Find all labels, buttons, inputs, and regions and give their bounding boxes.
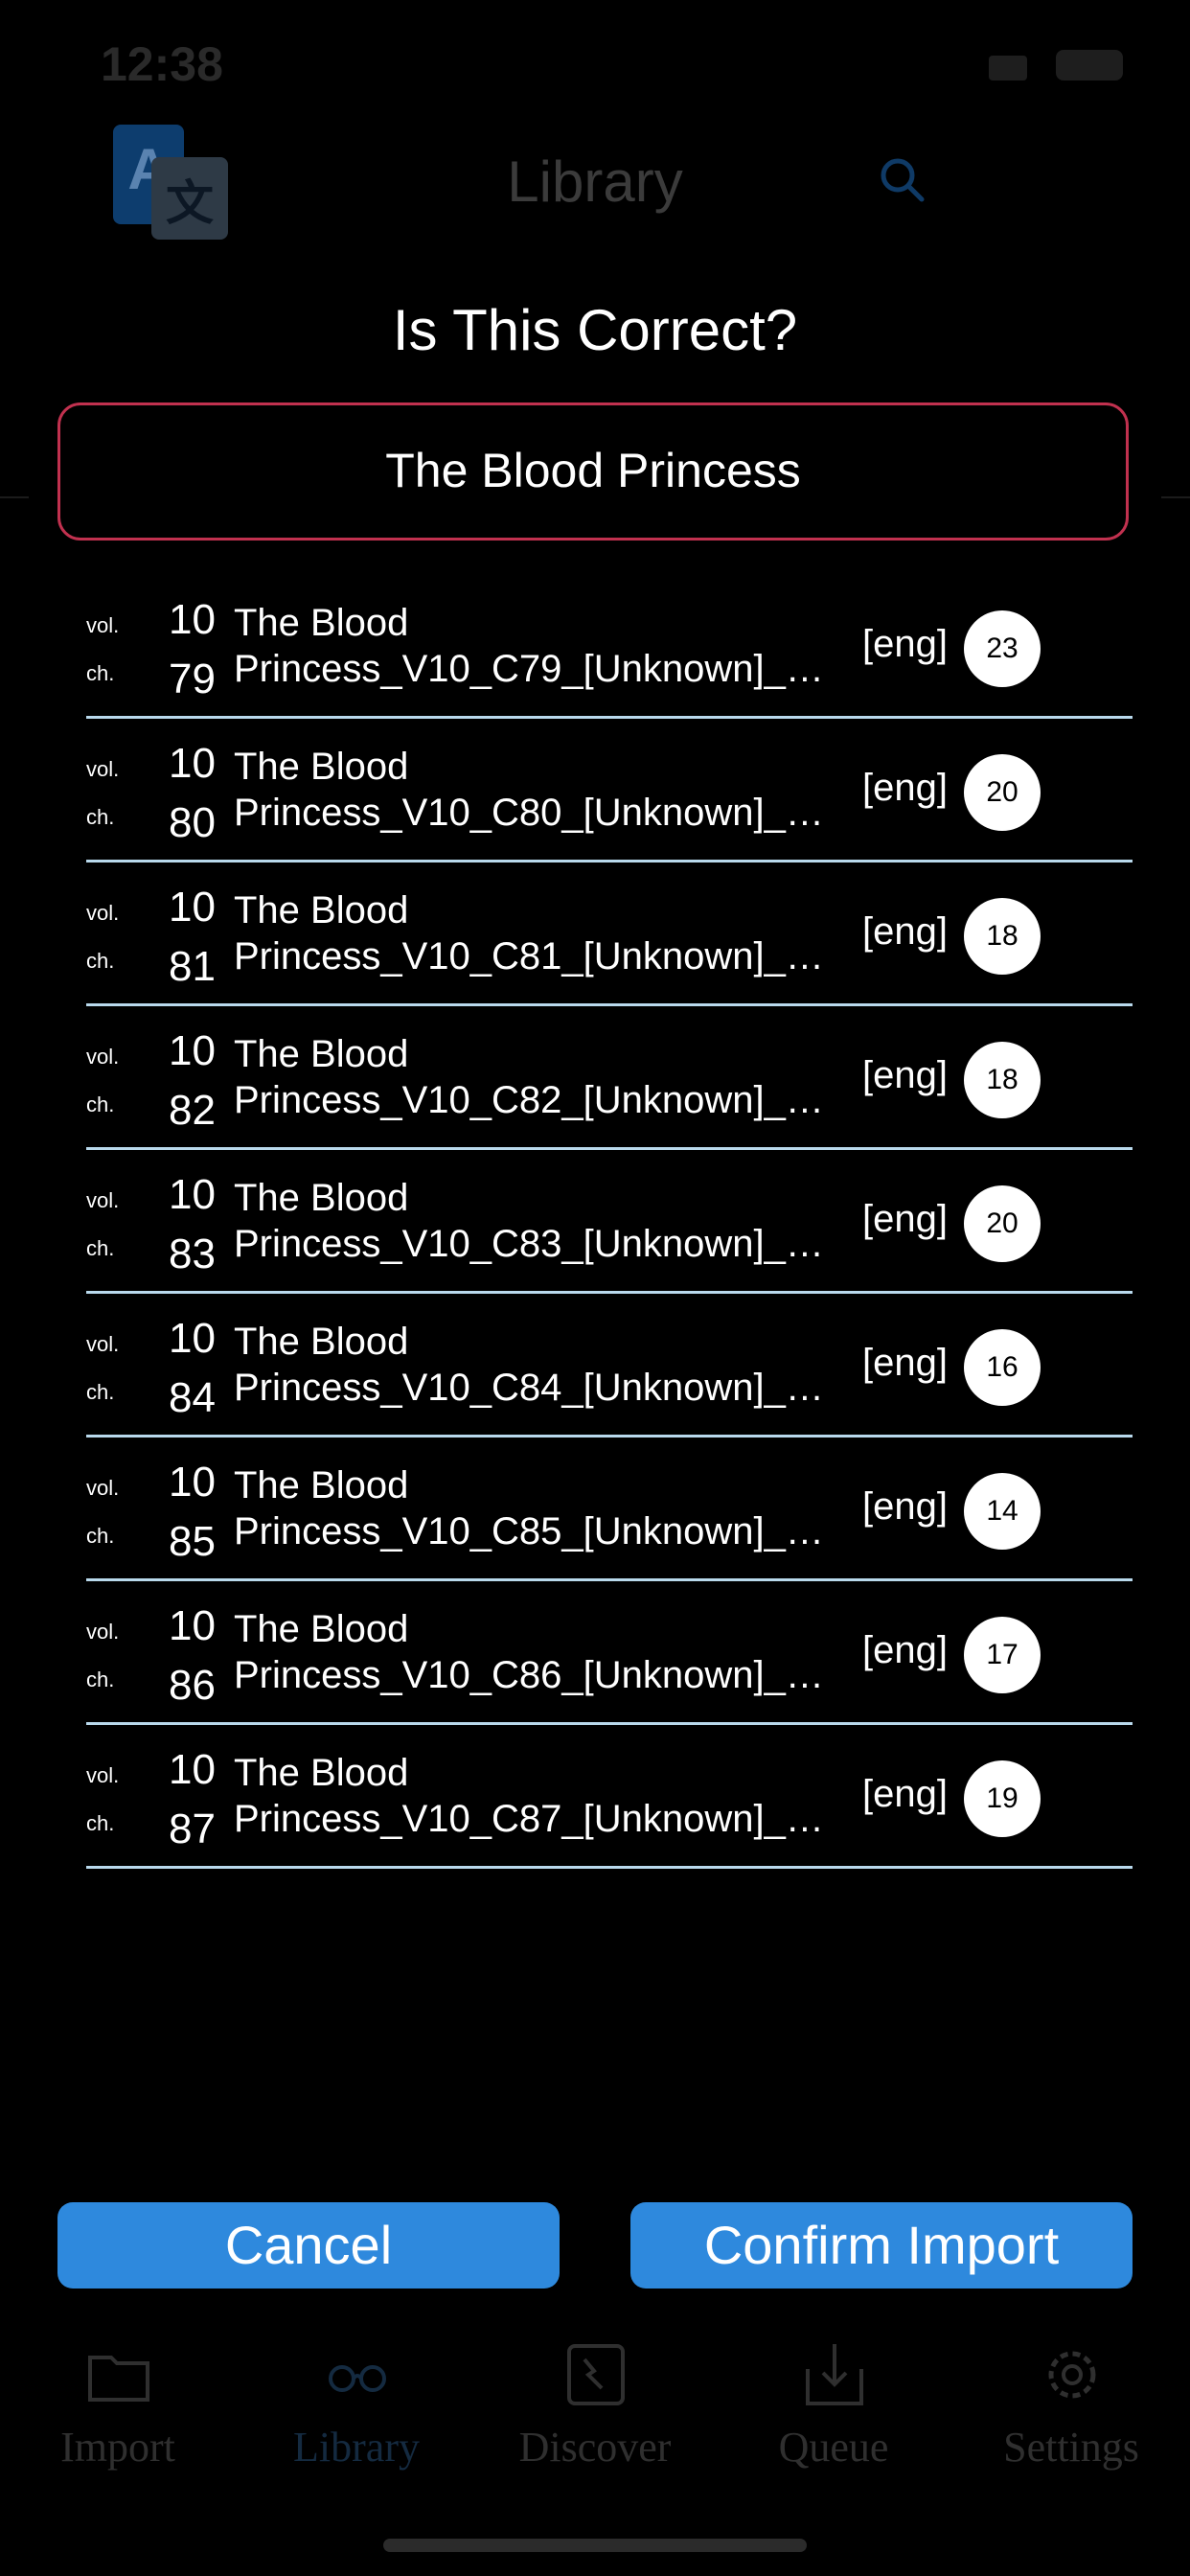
search-icon[interactable] bbox=[878, 155, 926, 203]
battery-icon bbox=[1056, 50, 1123, 80]
chapter-name: The Blood Princess_V10_C84_[Unknown]_l… bbox=[234, 1321, 828, 1409]
chapter-row[interactable]: vol. 10 ch. 87 The Blood Princess_V10_C8… bbox=[86, 1725, 1133, 1869]
ch-label: ch. bbox=[86, 1236, 115, 1260]
vol-label: vol. bbox=[86, 613, 120, 637]
tab-library[interactable]: Library bbox=[251, 2319, 462, 2482]
vol-number: 10 bbox=[169, 1027, 216, 1074]
vol-number: 10 bbox=[169, 1746, 216, 1793]
ch-label: ch. bbox=[86, 1380, 115, 1404]
ch-number: 87 bbox=[169, 1806, 216, 1852]
chapter-name: The Blood Princess_V10_C79_[Unknown]_l… bbox=[234, 602, 828, 690]
page-count-badge: 18 bbox=[964, 898, 1041, 975]
ch-label: ch. bbox=[86, 1524, 115, 1548]
language-tag: [eng] bbox=[862, 1773, 948, 1815]
vol-number: 10 bbox=[169, 1171, 216, 1218]
language-tag: [eng] bbox=[862, 1342, 948, 1384]
ch-label: ch. bbox=[86, 1092, 115, 1116]
home-indicator bbox=[383, 2539, 807, 2552]
vol-label: vol. bbox=[86, 1332, 120, 1356]
discover-icon bbox=[567, 2344, 625, 2405]
vol-label: vol. bbox=[86, 1763, 120, 1787]
ch-number: 82 bbox=[169, 1087, 216, 1134]
vol-label: vol. bbox=[86, 1620, 120, 1644]
vol-label: vol. bbox=[86, 1045, 120, 1069]
vol-label: vol. bbox=[86, 757, 120, 781]
chapter-row[interactable]: vol. 10 ch. 82 The Blood Princess_V10_C8… bbox=[86, 1006, 1133, 1150]
tab-import[interactable]: Import bbox=[12, 2319, 223, 2482]
page-count-badge: 16 bbox=[964, 1329, 1041, 1406]
chapter-row[interactable]: vol. 10 ch. 86 The Blood Princess_V10_C8… bbox=[86, 1581, 1133, 1725]
download-tray-icon bbox=[806, 2344, 863, 2405]
gear-icon bbox=[1048, 2351, 1096, 2399]
language-tag: [eng] bbox=[862, 1629, 948, 1671]
chapter-name: The Blood Princess_V10_C82_[Unknown]_l… bbox=[234, 1033, 828, 1121]
chapter-name: The Blood Princess_V10_C85_[Unknown]_l… bbox=[234, 1464, 828, 1552]
vol-label: vol. bbox=[86, 1188, 120, 1212]
language-tag: [eng] bbox=[862, 910, 948, 953]
language-tag: [eng] bbox=[862, 1198, 948, 1240]
language-tag: [eng] bbox=[862, 1054, 948, 1096]
vol-number: 10 bbox=[169, 1602, 216, 1649]
ch-number: 86 bbox=[169, 1662, 216, 1709]
chapter-name: The Blood Princess_V10_C80_[Unknown]_l… bbox=[234, 746, 828, 834]
ch-label: ch. bbox=[86, 1668, 115, 1691]
chapter-row[interactable]: vol. 10 ch. 84 The Blood Princess_V10_C8… bbox=[86, 1294, 1133, 1438]
chapter-row[interactable]: vol. 10 ch. 81 The Blood Princess_V10_C8… bbox=[86, 862, 1133, 1006]
ch-number: 83 bbox=[169, 1230, 216, 1277]
vol-number: 10 bbox=[169, 596, 216, 643]
page-count-badge: 14 bbox=[964, 1473, 1041, 1550]
ch-label: ch. bbox=[86, 949, 115, 973]
cancel-button[interactable]: Cancel bbox=[57, 2202, 560, 2288]
status-indicators bbox=[989, 50, 1123, 82]
modal-title: Is This Correct? bbox=[392, 298, 798, 362]
ch-number: 85 bbox=[169, 1518, 216, 1565]
tab-discover[interactable]: Discover bbox=[490, 2319, 700, 2482]
confirm-import-button[interactable]: Confirm Import bbox=[630, 2202, 1133, 2288]
folder-icon bbox=[88, 2356, 149, 2402]
language-tag: [eng] bbox=[862, 1485, 948, 1528]
page-count-badge: 19 bbox=[964, 1760, 1041, 1837]
ch-label: ch. bbox=[86, 661, 115, 685]
status-time: 12:38 bbox=[101, 37, 223, 91]
status-bar: 12:38 bbox=[0, 0, 1190, 125]
import-confirm-modal: Is This Correct? The Blood Princess vol.… bbox=[29, 259, 1161, 2319]
ch-number: 81 bbox=[169, 943, 216, 990]
chapter-list: vol. 10 ch. 79 The Blood Princess_V10_C7… bbox=[86, 575, 1133, 1869]
ch-number: 84 bbox=[169, 1374, 216, 1421]
tab-bar: Import Library Discover Queue Settings bbox=[0, 2319, 1190, 2482]
page-count-badge: 18 bbox=[964, 1042, 1041, 1118]
chapter-row[interactable]: vol. 10 ch. 83 The Blood Princess_V10_C8… bbox=[86, 1150, 1133, 1294]
tab-settings[interactable]: Settings bbox=[966, 2319, 1177, 2482]
vol-label: vol. bbox=[86, 901, 120, 925]
ch-number: 79 bbox=[169, 656, 216, 702]
series-title-field[interactable]: The Blood Princess bbox=[57, 402, 1129, 540]
vol-number: 10 bbox=[169, 884, 216, 931]
ch-label: ch. bbox=[86, 805, 115, 829]
signal-icon bbox=[989, 56, 1027, 80]
language-tag: [eng] bbox=[862, 623, 948, 665]
vol-number: 10 bbox=[169, 1315, 216, 1362]
language-tag: [eng] bbox=[862, 767, 948, 809]
chapter-name: The Blood Princess_V10_C81_[Unknown]_l… bbox=[234, 889, 828, 978]
chapter-row[interactable]: vol. 10 ch. 80 The Blood Princess_V10_C8… bbox=[86, 719, 1133, 862]
chapter-name: The Blood Princess_V10_C83_[Unknown]_l… bbox=[234, 1177, 828, 1265]
glasses-icon bbox=[329, 2365, 386, 2392]
page-count-badge: 20 bbox=[964, 754, 1041, 831]
ch-label: ch. bbox=[86, 1811, 115, 1835]
chapter-name: The Blood Princess_V10_C87_[Unknown]_l… bbox=[234, 1752, 828, 1840]
vol-label: vol. bbox=[86, 1476, 120, 1500]
ch-number: 80 bbox=[169, 799, 216, 846]
page-count-badge: 23 bbox=[964, 610, 1041, 687]
page-count-badge: 17 bbox=[964, 1617, 1041, 1693]
vol-number: 10 bbox=[169, 740, 216, 787]
chapter-row[interactable]: vol. 10 ch. 85 The Blood Princess_V10_C8… bbox=[86, 1438, 1133, 1581]
tab-queue[interactable]: Queue bbox=[728, 2319, 939, 2482]
vol-number: 10 bbox=[169, 1459, 216, 1506]
page-count-badge: 20 bbox=[964, 1185, 1041, 1262]
page-title: Library bbox=[507, 150, 683, 214]
chapter-name: The Blood Princess_V10_C86_[Unknown]_l… bbox=[234, 1608, 828, 1696]
chapter-row[interactable]: vol. 10 ch. 79 The Blood Princess_V10_C7… bbox=[86, 575, 1133, 719]
